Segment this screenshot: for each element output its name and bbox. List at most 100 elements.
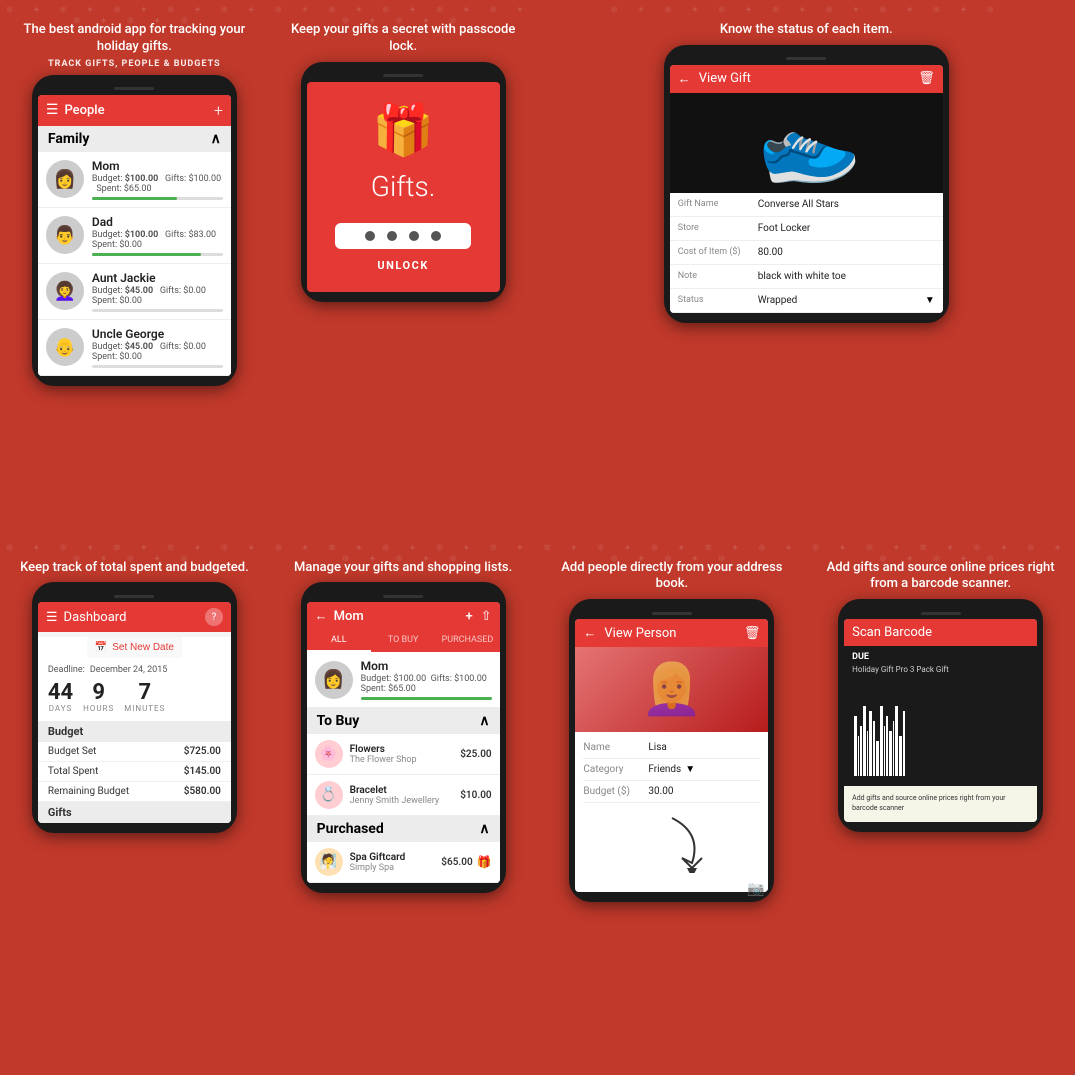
barcode-label: Add gifts and source online prices right…: [844, 786, 1037, 822]
passcode-dots[interactable]: [335, 223, 471, 249]
gift-item-name: Bracelet: [350, 785, 461, 796]
phone-5: ☰ Dashboard ? 📅 Set New Date Deadline: D…: [32, 582, 237, 833]
dashboard-title: Dashboard: [64, 610, 205, 625]
budget-row-item: Budget Set$725.00: [38, 742, 231, 762]
back-icon[interactable]: ←: [315, 608, 328, 624]
budget-row-value: $145.00: [184, 766, 221, 777]
to-buy-item[interactable]: 💍 Bracelet Jenny Smith Jewellery $10.00: [307, 775, 500, 816]
tab-all[interactable]: ALL: [307, 630, 371, 652]
unlock-button[interactable]: UNLOCK: [377, 259, 428, 272]
to-buy-item[interactable]: 🌸 Flowers The Flower Shop $25.00: [307, 734, 500, 775]
panel3-header: Know the status of each item.: [715, 12, 898, 45]
gift-item-name: Spa Giftcard: [350, 852, 442, 863]
panel6-headline: Manage your gifts and shopping lists.: [294, 560, 512, 577]
gift-detail-row[interactable]: Status Wrapped ▼: [670, 289, 943, 313]
tab-to-buy[interactable]: TO BUY: [371, 630, 435, 652]
toolbar-title: People: [64, 103, 213, 118]
gift-detail-row: Note black with white toe: [670, 265, 943, 289]
dot-3: [409, 231, 419, 241]
panel2-headline: Keep your gifts a secret with passcode l…: [280, 22, 527, 56]
purchased-item[interactable]: 🧖 Spa Giftcard Simply Spa $65.00 🎁: [307, 842, 500, 883]
collapse-purchased[interactable]: ∧: [479, 821, 489, 837]
person-field-label: Budget ($): [583, 786, 648, 797]
purchased-header: Purchased ∧: [307, 816, 500, 842]
person-item[interactable]: 👨 Dad Budget: $100.00 Gifts: $83.00 Spen…: [38, 208, 231, 264]
mom-gifts-content: 👩 Mom Budget: $100.00 Gifts: $100.00 Spe…: [307, 652, 500, 883]
person-photo: 👱‍♀️ 📷: [575, 647, 768, 732]
dropdown-icon[interactable]: ▼: [685, 764, 695, 775]
share-icon[interactable]: ⇧: [481, 609, 492, 624]
view-gift-title: View Gift: [699, 71, 918, 86]
panel-scan-barcode: Add gifts and source online prices right…: [806, 538, 1075, 1075]
budget-row-item: Remaining Budget$580.00: [38, 782, 231, 802]
panel7-header: Add people directly from your address bo…: [544, 550, 801, 600]
gift-field-value: black with white toe: [758, 271, 935, 282]
panel8-header: Add gifts and source online prices right…: [812, 550, 1069, 600]
tab-purchased[interactable]: PURCHASED: [435, 630, 499, 652]
view-person-title: View Person: [604, 626, 743, 641]
progress-bg: [92, 309, 223, 312]
view-gift-toolbar: ← View Gift 🗑: [670, 65, 943, 93]
countdown-days: 44 DAYS: [48, 682, 73, 713]
menu-icon[interactable]: ☰: [46, 610, 58, 625]
gift-item-price: $65.00: [441, 857, 472, 868]
dropdown-icon[interactable]: ▼: [925, 295, 935, 306]
collapse-icon[interactable]: ∧: [211, 131, 221, 147]
back-icon[interactable]: ←: [678, 71, 691, 87]
person-field-label: Category: [583, 764, 648, 775]
delete-icon[interactable]: 🗑: [744, 626, 761, 641]
help-icon[interactable]: ?: [205, 608, 223, 626]
gifts-title: Gifts.: [371, 170, 436, 203]
budget-row-item: Total Spent$145.00: [38, 762, 231, 782]
panel5-headline: Keep track of total spent and budgeted.: [20, 560, 249, 577]
dot-2: [387, 231, 397, 241]
person-budget-line: Budget: $100.00 Gifts: $83.00 Spent: $0.…: [92, 230, 223, 250]
gift-icon: 🎁: [372, 102, 434, 160]
countdown-minutes: 7 MINUTES: [124, 682, 165, 713]
person-item[interactable]: 👴 Uncle George Budget: $45.00 Gifts: $0.…: [38, 320, 231, 376]
add-icon[interactable]: +: [214, 101, 223, 120]
add-icon[interactable]: +: [466, 609, 473, 624]
dot-1: [365, 231, 375, 241]
dashboard-content: 📅 Set New Date Deadline: December 24, 20…: [38, 637, 231, 823]
calendar-icon: 📅: [95, 642, 107, 653]
panel1-header: The best android app for tracking your h…: [6, 12, 263, 75]
gift-field-value: Converse All Stars: [758, 199, 935, 210]
person-photo-placeholder: 👱‍♀️: [641, 661, 703, 719]
mom-info: Mom Budget: $100.00 Gifts: $100.00 Spent…: [361, 659, 492, 700]
gift-item-name: Flowers: [350, 744, 461, 755]
delete-icon[interactable]: 🗑: [918, 71, 935, 86]
person-item[interactable]: 👩‍🦱 Aunt Jackie Budget: $45.00 Gifts: $0…: [38, 264, 231, 320]
budget-section-header: Budget: [38, 721, 231, 742]
set-date-button[interactable]: 📅 Set New Date: [87, 637, 182, 658]
dashboard-toolbar: ☰ Dashboard ?: [38, 602, 231, 632]
gift-item-info: Flowers The Flower Shop: [350, 744, 461, 765]
progress-bg: [92, 365, 223, 368]
back-icon[interactable]: ←: [583, 625, 596, 641]
mom-tabs: ALL TO BUY PURCHASED: [307, 630, 500, 652]
mom-budget-line: Budget: $100.00 Gifts: $100.00 Spent: $6…: [361, 674, 492, 694]
phone-8: Scan Barcode DUE Holiday Gift Pro 3 Pack…: [838, 599, 1043, 832]
panel-dashboard: Keep track of total spent and budgeted. …: [0, 538, 269, 1075]
person-info: Mom Budget: $100.00 Gifts: $100.00 Spent…: [92, 159, 223, 200]
family-label: Family: [48, 131, 90, 147]
gift-detail-row: Gift Name Converse All Stars: [670, 193, 943, 217]
menu-icon[interactable]: ☰: [46, 102, 59, 118]
person-field-row[interactable]: Name Lisa: [583, 737, 760, 759]
person-field-row[interactable]: Category Friends ▼: [583, 759, 760, 781]
gift-rows: Gift Name Converse All Stars Store Foot …: [670, 193, 943, 313]
gift-item-store: Simply Spa: [350, 863, 442, 873]
arrow-down: [632, 813, 712, 873]
budget-rows: Budget Set$725.00Total Spent$145.00Remai…: [38, 742, 231, 802]
person-budget-line: Budget: $45.00 Gifts: $0.00 Spent: $0.00: [92, 342, 223, 362]
avatar: 👨: [46, 216, 84, 254]
gift-icon-badge: 🎁: [477, 855, 492, 869]
shoe-image-area: 👟: [670, 93, 943, 193]
gifts-section-header: Gifts: [38, 802, 231, 823]
person-field-row[interactable]: Budget ($) 30.00: [583, 781, 760, 803]
phone-7: ← View Person 🗑 👱‍♀️ 📷 Name Lisa Categor…: [569, 599, 774, 902]
person-item[interactable]: 👩 Mom Budget: $100.00 Gifts: $100.00 Spe…: [38, 152, 231, 208]
phone-6: ← Mom + ⇧ ALL TO BUY PURCHASED 👩 Mom Bud…: [301, 582, 506, 893]
collapse-to-buy[interactable]: ∧: [479, 713, 489, 729]
person-field-value: Friends: [648, 764, 681, 775]
